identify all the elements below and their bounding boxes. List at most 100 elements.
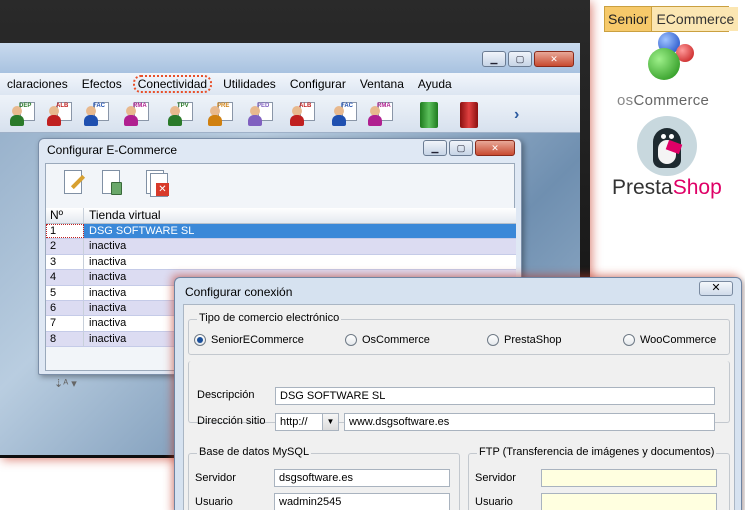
edit-document-icon[interactable]	[60, 168, 88, 200]
menu-efectos[interactable]: Efectos	[75, 77, 129, 91]
connection-dialog: Configurar conexión ✕ Tipo de comercio e…	[174, 277, 742, 510]
radio-seniorecommerce[interactable]: SeniorECommerce	[194, 334, 304, 346]
db-server-input[interactable]: dsgsoftware.es	[274, 469, 450, 487]
toolbar-rma-icon[interactable]: RMA	[124, 100, 150, 128]
radio-selected-icon	[194, 334, 206, 346]
radio-label: SeniorECommerce	[211, 334, 304, 346]
direccion-label: Dirección sitio	[197, 415, 266, 427]
prestashop-logo-shop: Shop	[672, 176, 722, 199]
row-store: inactiva	[89, 240, 127, 253]
maximize-icon[interactable]: ▢	[449, 140, 473, 156]
ftp-group-label: FTP (Transferencia de imágenes y documen…	[477, 446, 717, 458]
menu-declaraciones[interactable]: claraciones	[0, 77, 75, 91]
commerce-type-label: Tipo de comercio electrónico	[197, 312, 342, 324]
oscommerce-balls-icon	[640, 32, 700, 88]
menu-ventana[interactable]: Ventana	[353, 77, 411, 91]
db-user-input[interactable]: wadmin2545	[274, 493, 450, 510]
menu-ayuda[interactable]: Ayuda	[411, 77, 459, 91]
radio-woocommerce[interactable]: WooCommerce	[623, 334, 716, 346]
toolbar-alb-icon[interactable]: ALB	[47, 100, 73, 128]
sort-icon[interactable]: ⇣ᴬ ▾	[54, 377, 77, 390]
ftp-user-input[interactable]	[541, 493, 717, 510]
menu-bar: claraciones Efectos Conectividad Utilida…	[0, 73, 580, 95]
main-window-controls: ▁ ▢ ✕	[482, 51, 574, 67]
close-icon[interactable]: ✕	[534, 51, 574, 67]
prestashop-logo: PrestaShop	[612, 176, 722, 200]
minimize-icon[interactable]: ▁	[423, 140, 447, 156]
row-number: 2	[46, 239, 84, 254]
maximize-icon[interactable]: ▢	[508, 51, 532, 67]
protocol-value: http://	[280, 416, 308, 428]
toolbar-alb-icon[interactable]: ALB	[290, 100, 316, 128]
table-row[interactable]: 2 inactiva	[46, 239, 516, 255]
close-document-icon[interactable]: ✕	[142, 168, 170, 200]
toolbar-more-icon[interactable]: ›	[514, 106, 519, 124]
close-icon[interactable]: ✕	[699, 281, 733, 296]
toolbar-icon-label: FAC	[341, 103, 353, 109]
row-number: 3	[46, 254, 84, 270]
green-binder-icon[interactable]	[420, 102, 438, 128]
descripcion-input[interactable]: DSG SOFTWARE SL	[275, 387, 715, 405]
radio-label: PrestaShop	[504, 334, 562, 346]
url-input[interactable]: www.dsgsoftware.es	[344, 413, 715, 431]
table-row[interactable]: 3 inactiva	[46, 254, 516, 271]
radio-prestashop[interactable]: PrestaShop	[487, 334, 561, 346]
ecommerce-logo-text: ECommerce	[651, 7, 739, 31]
ftp-user-label: Usuario	[475, 496, 513, 508]
toolbar-pre-icon[interactable]: PRE	[208, 100, 234, 128]
table-header: Nº Tienda virtual	[46, 208, 516, 224]
menu-conectividad[interactable]: Conectividad	[132, 75, 213, 93]
table-row[interactable]: 1 DSG SOFTWARE SL	[46, 224, 516, 240]
close-icon[interactable]: ✕	[475, 140, 515, 156]
database-group-label: Base de datos MySQL	[197, 446, 312, 458]
row-store: inactiva	[89, 255, 127, 268]
toolbar-fac-icon[interactable]: FAC	[84, 100, 110, 128]
column-store[interactable]: Tienda virtual	[84, 208, 516, 223]
oscommerce-logo-os: os	[617, 92, 634, 109]
chevron-down-icon[interactable]: ▼	[322, 414, 338, 430]
toolbar-rma-icon[interactable]: RMA	[368, 100, 394, 128]
ecommerce-toolbar: ✕	[46, 164, 514, 206]
radio-label: OsCommerce	[362, 334, 430, 346]
senior-ecommerce-logo: Senior ECommerce	[604, 6, 739, 32]
red-binder-icon[interactable]	[460, 102, 478, 128]
menu-configurar[interactable]: Configurar	[283, 77, 353, 91]
db-server-label: Servidor	[195, 472, 236, 484]
toolbar-icon-label: FAC	[93, 103, 105, 109]
toolbar-ped-icon[interactable]: PED	[248, 100, 274, 128]
ftp-server-input[interactable]	[541, 469, 717, 487]
prestashop-penguin-icon	[637, 116, 697, 176]
connection-dialog-title: Configurar conexión	[185, 285, 293, 299]
row-number: 6	[46, 300, 84, 316]
db-user-label: Usuario	[195, 496, 233, 508]
main-titlebar: ▁ ▢ ✕	[0, 43, 580, 73]
row-number: 1	[46, 224, 84, 239]
toolbar-dep-icon[interactable]: DEP	[10, 100, 36, 128]
toolbar-icon-label: RMA	[133, 103, 147, 109]
toolbar-fac-icon[interactable]: FAC	[332, 100, 358, 128]
row-number: 8	[46, 331, 84, 347]
menu-utilidades[interactable]: Utilidades	[216, 77, 283, 91]
senior-logo-text: Senior	[608, 11, 649, 27]
ecommerce-window-controls: ▁ ▢ ✕	[423, 140, 515, 156]
row-number: 5	[46, 285, 84, 300]
delete-document-icon[interactable]	[98, 168, 126, 200]
toolbar-tpv-icon[interactable]: TPV	[168, 100, 194, 128]
radio-icon	[623, 334, 635, 346]
radio-label: WooCommerce	[640, 334, 717, 346]
toolbar-icon-label: PRE	[217, 103, 230, 109]
toolbar-icon-label: ALB	[56, 103, 69, 109]
oscommerce-logo: osCommerce	[617, 92, 709, 109]
minimize-icon[interactable]: ▁	[482, 51, 506, 67]
toolbar-icon-label: RMA	[377, 103, 391, 109]
oscommerce-logo-rest: Commerce	[633, 92, 710, 109]
column-number[interactable]: Nº	[46, 208, 84, 223]
protocol-select[interactable]: http:// ▼	[275, 413, 339, 431]
main-toolbar: DEP ALB FAC RMA TPV PRE PED ALB FAC RMA ›	[0, 95, 580, 133]
radio-icon	[345, 334, 357, 346]
toolbar-icon-label: ALB	[299, 103, 312, 109]
connection-dialog-body: Tipo de comercio electrónico SeniorEComm…	[183, 304, 735, 510]
radio-oscommerce[interactable]: OsCommerce	[345, 334, 430, 346]
toolbar-icon-label: DEP	[19, 103, 32, 109]
radio-icon	[487, 334, 499, 346]
